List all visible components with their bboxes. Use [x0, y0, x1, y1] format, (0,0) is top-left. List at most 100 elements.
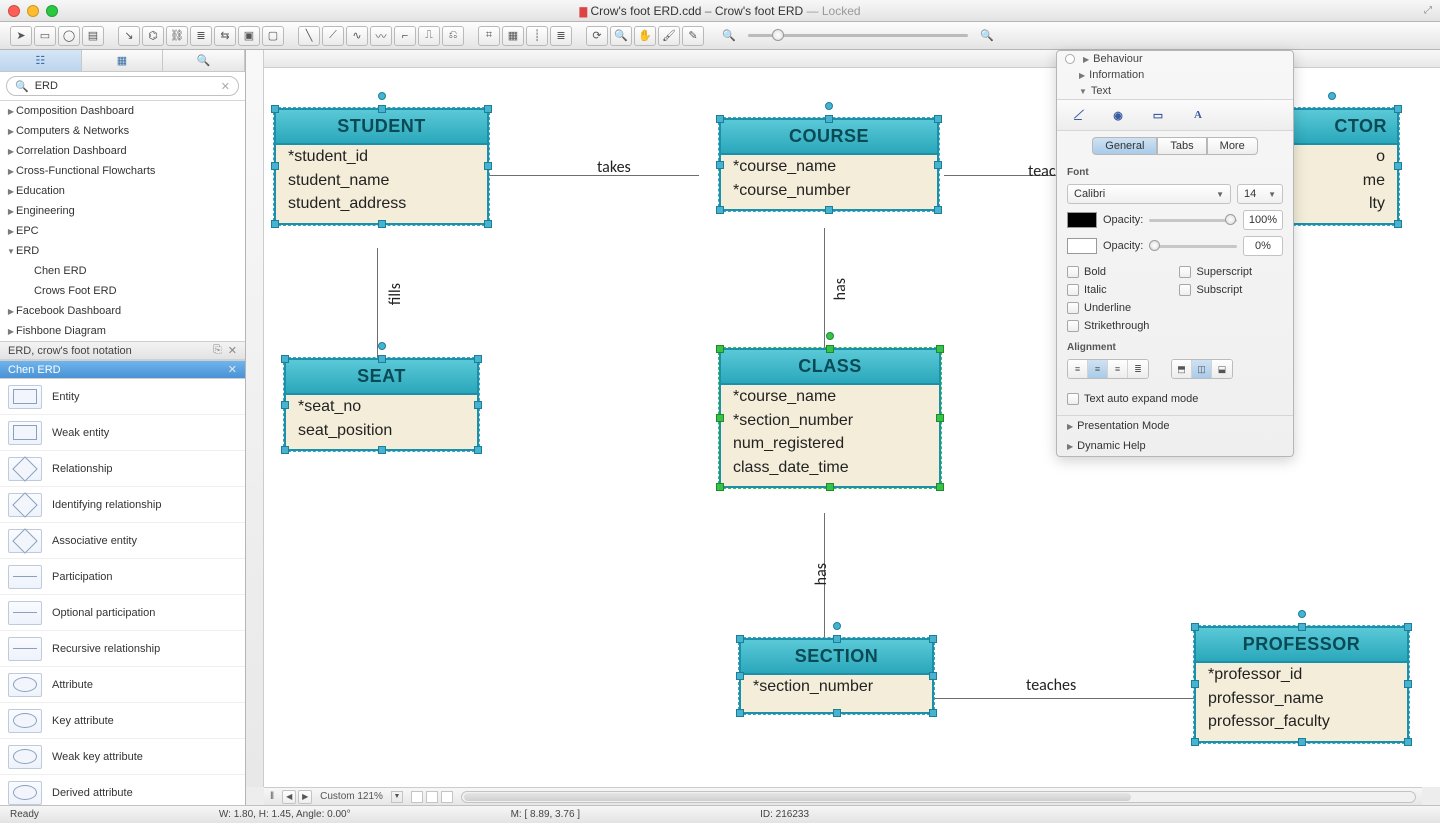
entity-course[interactable]: COURSE *course_name *course_number — [719, 118, 939, 211]
library-section-active[interactable]: Chen ERD ✕ — [0, 360, 245, 379]
tree-tool-icon[interactable]: ⌬ — [142, 26, 164, 46]
shape-derived-attribute[interactable]: Derived attribute — [0, 775, 245, 805]
rotate-handle-icon[interactable] — [833, 622, 841, 630]
inspector-panel[interactable]: ▶Behaviour ▶Information ▼Text ⟋ ◉ ▭ A Ge… — [1056, 50, 1294, 457]
shape-participation[interactable]: Participation — [0, 559, 245, 595]
line-tool-icon[interactable]: ╲ — [298, 26, 320, 46]
guides-tool-icon[interactable]: ┊ — [526, 26, 548, 46]
rotate-handle-icon[interactable] — [826, 332, 834, 340]
format-painter-icon[interactable]: 🖌 — [658, 26, 680, 46]
font-family-select[interactable]: Calibri▼ — [1067, 184, 1231, 204]
tree-item[interactable]: Composition Dashboard — [0, 101, 245, 121]
tree-item-crows-foot-erd[interactable]: Crows Foot ERD — [0, 281, 245, 301]
fullscreen-icon[interactable]: ⤢ — [1424, 5, 1432, 16]
zoom-icon[interactable] — [46, 5, 58, 17]
align-justify-icon[interactable]: ≣ — [1128, 360, 1148, 378]
zoom-dropdown-icon[interactable]: ▼ — [391, 791, 403, 803]
spline-tool-icon[interactable]: 〰 — [370, 26, 392, 46]
text-tool-icon[interactable]: ▤ — [82, 26, 104, 46]
entity-section[interactable]: SECTION *section_number — [739, 638, 934, 714]
shape-relationship[interactable]: Relationship — [0, 451, 245, 487]
library-tab-search-icon[interactable]: 🔍 — [163, 50, 245, 71]
shadow-style-icon[interactable]: ◉ — [1107, 106, 1129, 124]
library-tab-grid-icon[interactable]: ▦ — [82, 50, 164, 71]
arc-tool-icon[interactable]: ⟋ — [322, 26, 344, 46]
library-search-input[interactable]: 🔍 ERD ✕ — [6, 76, 239, 96]
tree-item[interactable]: Fishbone Diagram — [0, 321, 245, 341]
shape-weak-key-attribute[interactable]: Weak key attribute — [0, 739, 245, 775]
tab-general[interactable]: General — [1092, 137, 1157, 155]
close-section-icon[interactable]: ✕ — [228, 363, 237, 376]
inspector-section-behaviour[interactable]: ▶Behaviour — [1057, 51, 1293, 67]
zoom-out-icon[interactable]: 🔍 — [718, 26, 740, 46]
align-tool-icon[interactable]: ≣ — [190, 26, 212, 46]
curve-tool-icon[interactable]: ∿ — [346, 26, 368, 46]
tree-item[interactable]: Correlation Dashboard — [0, 141, 245, 161]
bold-checkbox[interactable]: Bold — [1067, 266, 1149, 278]
shape-weak-entity[interactable]: Weak entity — [0, 415, 245, 451]
text-auto-expand-checkbox[interactable]: Text auto expand mode — [1067, 393, 1283, 405]
superscript-checkbox[interactable]: Superscript — [1179, 266, 1252, 278]
smart-tool-icon[interactable]: ⎌ — [442, 26, 464, 46]
fill-style-icon[interactable]: ▭ — [1147, 106, 1169, 124]
connector-fills[interactable] — [377, 248, 378, 358]
zoom-fit-icon[interactable]: 🔍 — [976, 26, 998, 46]
distribute-tool-icon[interactable]: ⇆ — [214, 26, 236, 46]
page-prev-icon[interactable]: ◀ — [282, 790, 296, 804]
bg-opacity-slider[interactable] — [1149, 245, 1237, 248]
strikethrough-checkbox[interactable]: Strikethrough — [1067, 320, 1149, 332]
tree-item-erd[interactable]: ERD — [0, 241, 245, 261]
library-tab-tree-icon[interactable]: ☷ — [0, 50, 82, 71]
tree-item[interactable]: Computers & Networks — [0, 121, 245, 141]
tree-item[interactable]: EPC — [0, 221, 245, 241]
shape-associative-entity[interactable]: Associative entity — [0, 523, 245, 559]
layers-tool-icon[interactable]: ≣ — [550, 26, 572, 46]
zoom-in-icon[interactable]: 🔍 — [610, 26, 632, 46]
hscroll-track[interactable] — [461, 791, 1416, 803]
close-icon[interactable] — [8, 5, 20, 17]
snap-tool-icon[interactable]: ⌗ — [478, 26, 500, 46]
align-center-icon[interactable]: ≡ — [1088, 360, 1108, 378]
valign-middle-icon[interactable]: ◫ — [1192, 360, 1212, 378]
align-right-icon[interactable]: ≡ — [1108, 360, 1128, 378]
connector-has-course-class[interactable] — [824, 228, 825, 348]
tree-item[interactable]: Cross-Functional Flowcharts — [0, 161, 245, 181]
bg-opacity-value[interactable]: 0% — [1243, 236, 1283, 256]
align-left-icon[interactable]: ≡ — [1068, 360, 1088, 378]
inspector-section-presentation[interactable]: ▶Presentation Mode — [1057, 416, 1293, 436]
ungroup-tool-icon[interactable]: ▢ — [262, 26, 284, 46]
shape-optional-participation[interactable]: Optional participation — [0, 595, 245, 631]
pointer-tool-icon[interactable]: ➤ — [10, 26, 32, 46]
eyedropper-icon[interactable]: ✎ — [682, 26, 704, 46]
page-next-icon[interactable]: ▶ — [298, 790, 312, 804]
hand-tool-icon[interactable]: ✋ — [634, 26, 656, 46]
connector-teaches[interactable] — [934, 698, 1194, 699]
subscript-checkbox[interactable]: Subscript — [1179, 284, 1252, 296]
font-style-icon[interactable]: A — [1187, 106, 1209, 124]
refresh-icon[interactable]: ⟳ — [586, 26, 608, 46]
text-color-swatch[interactable] — [1067, 212, 1097, 228]
rotate-handle-icon[interactable] — [825, 102, 833, 110]
entity-class[interactable]: CLASS *course_name *section_number num_r… — [719, 348, 941, 488]
entity-professor[interactable]: PROFESSOR *professor_id professor_name p… — [1194, 626, 1409, 743]
horizontal-scroll-bar[interactable]: ‖ ◀ ▶ Custom 121% ▼ — [264, 787, 1422, 805]
pin-icon[interactable]: ⎘ — [213, 344, 222, 357]
bg-color-swatch[interactable] — [1067, 238, 1097, 254]
tab-tabs[interactable]: Tabs — [1157, 137, 1206, 155]
ellipse-tool-icon[interactable]: ◯ — [58, 26, 80, 46]
connector-tool-icon[interactable]: ↘ — [118, 26, 140, 46]
group-tool-icon[interactable]: ▣ — [238, 26, 260, 46]
shape-attribute[interactable]: Attribute — [0, 667, 245, 703]
underline-checkbox[interactable]: Underline — [1067, 302, 1149, 314]
inspector-section-text[interactable]: ▼Text — [1057, 83, 1293, 99]
valign-bottom-icon[interactable]: ⬓ — [1212, 360, 1232, 378]
entity-student[interactable]: STUDENT *student_id student_name student… — [274, 108, 489, 225]
tree-item-chen-erd[interactable]: Chen ERD — [0, 261, 245, 281]
grid-tool-icon[interactable]: ▦ — [502, 26, 524, 46]
zoom-readout[interactable]: Custom 121% — [320, 791, 383, 802]
rotate-handle-icon[interactable] — [378, 92, 386, 100]
italic-checkbox[interactable]: Italic — [1067, 284, 1149, 296]
rotate-handle-icon[interactable] — [378, 342, 386, 350]
rect-tool-icon[interactable]: ▭ — [34, 26, 56, 46]
rotate-handle-icon[interactable] — [1328, 92, 1336, 100]
